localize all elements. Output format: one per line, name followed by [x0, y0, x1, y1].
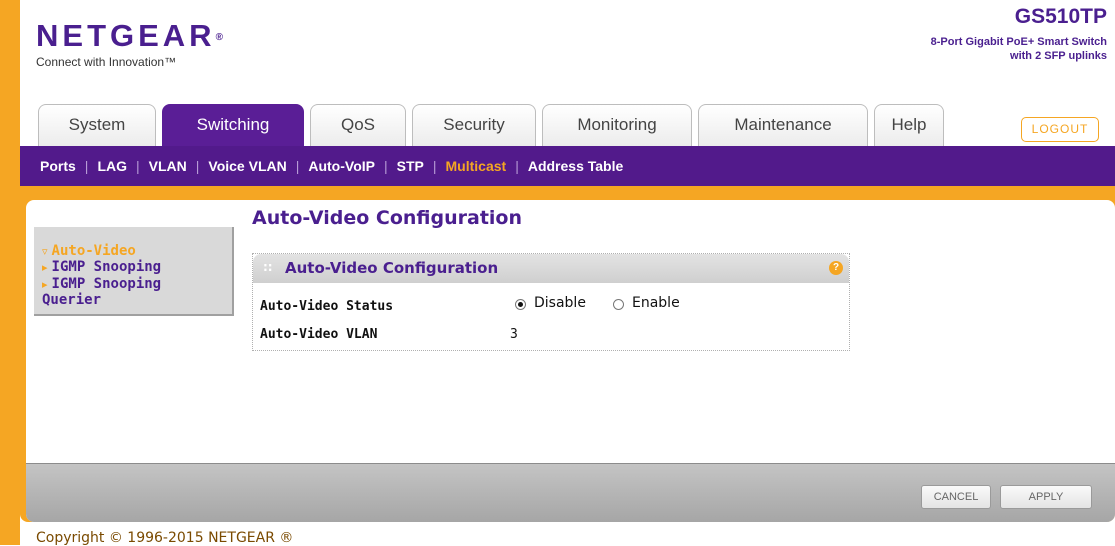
- tab-maintenance[interactable]: Maintenance: [698, 104, 868, 146]
- drag-grip-icon: ::: [263, 260, 273, 274]
- subnav-separator: |: [195, 158, 200, 174]
- subnav-separator: |: [295, 158, 300, 174]
- subnav-item-ports[interactable]: Ports: [40, 158, 76, 174]
- tab-help[interactable]: Help: [874, 104, 944, 146]
- auto-video-vlan-value: 3: [510, 327, 518, 342]
- menu-item-label: Auto-Video: [51, 243, 136, 259]
- auto-video-vlan-label: Auto-Video VLAN: [260, 327, 378, 342]
- menu-item-auto-video[interactable]: ▿ Auto-Video: [42, 243, 136, 259]
- disable-radio[interactable]: [515, 299, 526, 310]
- tab-security[interactable]: Security: [412, 104, 536, 146]
- tab-system[interactable]: System: [38, 104, 156, 146]
- subnav: Ports | LAG | VLAN | Voice VLAN | Auto-VoIP |…: [40, 146, 623, 186]
- chevron-right-icon: ▸: [42, 261, 48, 274]
- config-panel: :: Auto-Video Configuration ? Auto-Video…: [252, 253, 850, 351]
- disable-option-label[interactable]: Disable: [534, 295, 586, 311]
- subnav-item-stp[interactable]: STP: [397, 158, 424, 174]
- product-description: 8-Port Gigabit PoE+ Smart Switch with 2 …: [931, 35, 1107, 63]
- subnav-separator: |: [432, 158, 437, 174]
- enable-radio[interactable]: [613, 299, 624, 310]
- auto-video-status-label: Auto-Video Status: [260, 299, 394, 314]
- menu-item-label: IGMP Snooping: [51, 276, 162, 292]
- help-icon[interactable]: ?: [829, 261, 843, 275]
- tab-monitoring[interactable]: Monitoring: [542, 104, 692, 146]
- subnav-item-voice-vlan[interactable]: Voice VLAN: [208, 158, 286, 174]
- brand-wordmark: NETGEAR®: [36, 20, 223, 51]
- chevron-right-icon: ▸: [42, 278, 48, 291]
- enable-option-label[interactable]: Enable: [632, 295, 680, 311]
- subnav-item-address-table[interactable]: Address Table: [528, 158, 623, 174]
- page-title: Auto-Video Configuration: [252, 207, 523, 229]
- menu-item-label: IGMP Snooping: [51, 259, 162, 275]
- cancel-button[interactable]: CANCEL: [921, 485, 991, 509]
- copyright-text: Copyright © 1996-2015 NETGEAR ®: [36, 530, 294, 546]
- menu-item-querier-line[interactable]: Querier: [42, 292, 101, 308]
- brand-tagline: Connect with Innovation™: [36, 55, 177, 69]
- subnav-separator: |: [136, 158, 140, 174]
- subnav-item-lag[interactable]: LAG: [97, 158, 127, 174]
- apply-button[interactable]: APPLY: [1000, 485, 1092, 509]
- left-edge-bar: [0, 0, 20, 545]
- product-description-line2: with 2 SFP uplinks: [1010, 50, 1107, 62]
- subnav-separator: |: [84, 158, 89, 174]
- tab-switching[interactable]: Switching: [162, 104, 304, 146]
- product-description-line1: 8-Port Gigabit PoE+ Smart Switch: [930, 36, 1107, 48]
- menu-item-igmp-snooping-querier[interactable]: ▸ IGMP Snooping: [42, 276, 161, 292]
- panel-header: :: Auto-Video Configuration ?: [253, 254, 849, 283]
- chevron-down-icon: ▿: [42, 245, 48, 258]
- product-info: GS510TP 8-Port Gigabit PoE+ Smart Switch…: [931, 6, 1107, 63]
- product-model: GS510TP: [1014, 5, 1107, 28]
- subnav-item-auto-voip[interactable]: Auto-VoIP: [308, 158, 375, 174]
- tab-qos[interactable]: QoS: [310, 104, 406, 146]
- panel-title: Auto-Video Configuration: [285, 259, 499, 277]
- subnav-separator: |: [515, 158, 519, 174]
- left-menu: ▿ Auto-Video ▸ IGMP Snooping ▸ IGMP Snoopin…: [34, 227, 234, 316]
- subnav-item-multicast[interactable]: Multicast: [446, 158, 507, 174]
- subnav-item-vlan[interactable]: VLAN: [149, 158, 187, 174]
- subnav-separator: |: [383, 158, 388, 174]
- netgear-logo: NETGEAR® Connect with Innovation™: [36, 20, 223, 69]
- brand-registered-mark: ®: [215, 32, 223, 43]
- brand-name: NETGEAR: [36, 18, 216, 53]
- menu-item-igmp-snooping[interactable]: ▸ IGMP Snooping: [42, 259, 161, 275]
- logout-button[interactable]: LOGOUT: [1021, 117, 1099, 142]
